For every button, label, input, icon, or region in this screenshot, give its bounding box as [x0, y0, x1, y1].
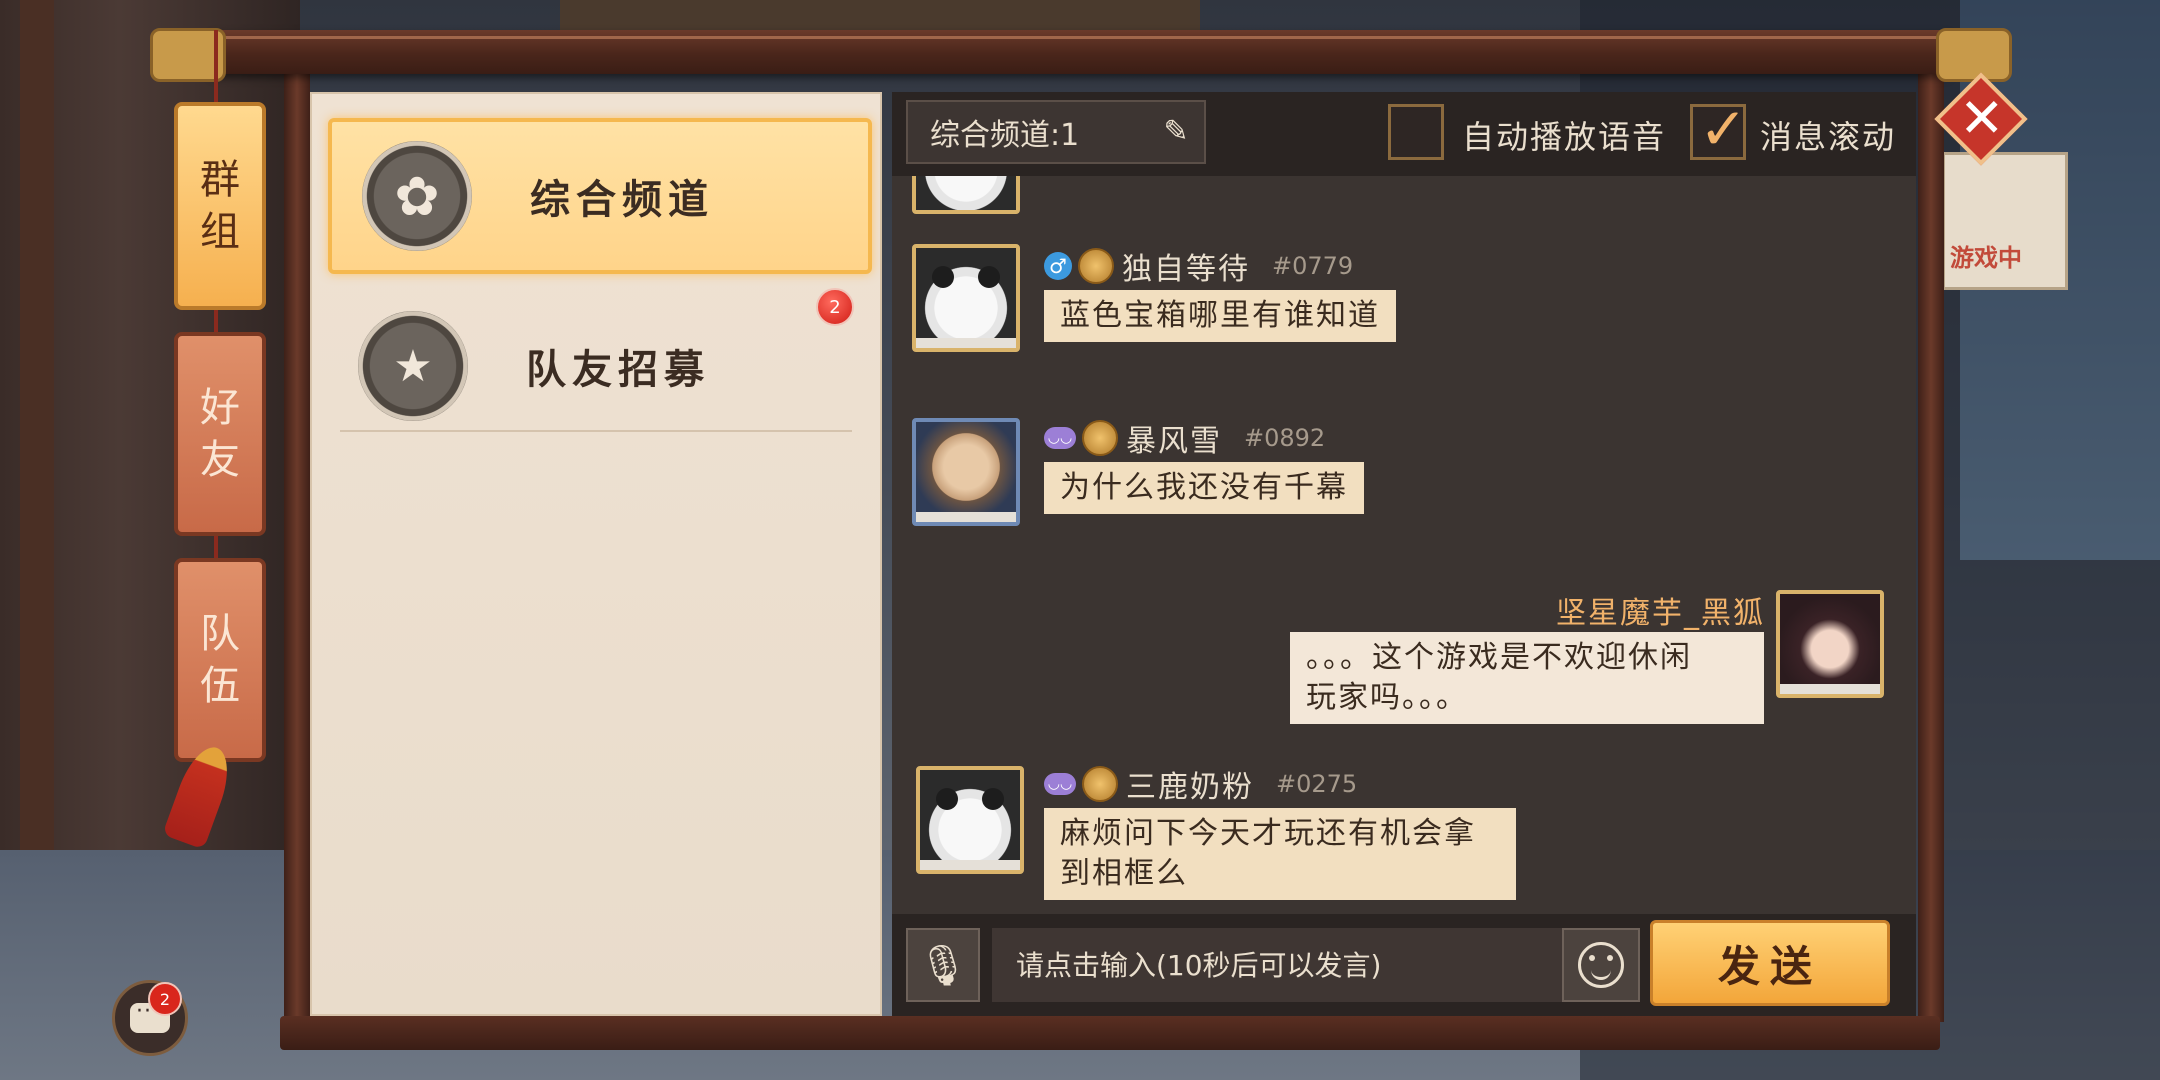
sender-name[interactable]: 独自等待	[1122, 244, 1250, 288]
message-bubble: 蓝色宝箱哪里有谁知道	[1044, 290, 1396, 342]
vip-icon: ◡◡	[1044, 773, 1076, 795]
sender-name[interactable]: 暴风雪	[1126, 416, 1222, 460]
vip-icon: ◡◡	[1044, 427, 1076, 449]
close-icon: ✕	[1959, 86, 2005, 150]
tab-team-label: 队 伍	[200, 611, 240, 709]
emoji-button[interactable]	[1562, 928, 1640, 1002]
channel-item-recruit[interactable]: ★ 队友招募	[328, 292, 864, 440]
notification-badge: 2	[148, 982, 182, 1016]
channel-number-text: 综合频道:1	[930, 118, 1080, 153]
message-list[interactable]: ♂ 独自等待 #0779 蓝色宝箱哪里有谁知道 ◡◡ 暴风雪 #0892 为什么…	[892, 176, 1916, 916]
channel-item-general[interactable]: ✿ 综合频道	[328, 118, 872, 274]
scroll-end-right	[1936, 28, 2012, 82]
channel-list-panel: ✿ 综合频道 ★ 队友招募 2	[310, 92, 882, 1016]
tab-team[interactable]: 队 伍	[174, 558, 266, 762]
scroll-frame-right	[1918, 72, 1944, 1022]
message-line: 麻烦问下今天才玩还有机会拿	[1060, 816, 1476, 851]
avatar[interactable]	[1776, 590, 1884, 698]
emoji-icon	[1578, 942, 1624, 988]
divider	[340, 430, 852, 432]
avatar[interactable]	[912, 244, 1020, 352]
recruit-flag-icon: ★	[358, 311, 468, 421]
sender-id: #0779	[1272, 252, 1354, 280]
message-line: 。。。这个游戏是不欢迎休闲	[1306, 640, 1692, 675]
rank-icon	[1082, 766, 1118, 802]
avatar[interactable]	[916, 766, 1024, 874]
message-header: ◡◡ 暴风雪 #0892	[1044, 420, 1326, 459]
chat-panel: 综合频道:1 ✎ 自动播放语音 ✓ 消息滚动 ♂ 独自等待 #0779 蓝色宝箱…	[892, 92, 1916, 1016]
tab-friends[interactable]: 好 友	[174, 332, 266, 536]
message-header: ♂ 独自等待 #0779	[1044, 248, 1354, 287]
rank-icon	[1078, 248, 1114, 284]
sender-name[interactable]: 坚星魔芋_黑狐	[1556, 588, 1765, 632]
channel-label: 队友招募	[526, 346, 710, 393]
flower-icon: ✿	[362, 141, 472, 251]
scroll-frame-top	[210, 30, 1950, 74]
male-icon: ♂	[1044, 252, 1072, 280]
microphone-icon: 🎙	[917, 942, 969, 989]
avatar[interactable]	[912, 418, 1020, 526]
message-header: ◡◡ 三鹿奶粉 #0275	[1044, 766, 1358, 805]
notification-badge: 2	[816, 288, 854, 326]
background-status-text: 游戏中	[1950, 244, 2022, 272]
auto-voice-label: 自动播放语音	[1462, 118, 1667, 156]
rank-icon	[1082, 420, 1118, 456]
input-bar: 🎙 发送	[892, 914, 1916, 1016]
tab-group[interactable]: 群 组	[174, 102, 266, 310]
channel-number-select[interactable]: 综合频道:1 ✎	[906, 100, 1206, 164]
message-header: 坚星魔芋_黑狐	[1556, 592, 1765, 631]
microphone-button[interactable]: 🎙	[906, 928, 980, 1002]
message-line: 到相框么	[1060, 856, 1188, 891]
chat-header: 综合频道:1 ✎ 自动播放语音 ✓ 消息滚动	[892, 92, 1916, 176]
tab-group-label: 群 组	[200, 157, 240, 255]
sender-id: #0892	[1244, 424, 1326, 452]
message-input[interactable]	[992, 928, 1574, 1002]
pencil-icon[interactable]: ✎	[1158, 114, 1194, 150]
tab-friends-label: 好 友	[200, 385, 240, 483]
background-post	[20, 0, 54, 900]
checkmark-icon: ✓	[1699, 95, 1748, 163]
auto-voice-checkbox[interactable]	[1388, 104, 1444, 160]
scroll-frame-left	[284, 72, 310, 1022]
scroll-frame-bottom	[280, 1016, 1940, 1050]
send-button[interactable]: 发送	[1650, 920, 1890, 1006]
avatar[interactable]	[912, 176, 1020, 214]
sender-name[interactable]: 三鹿奶粉	[1126, 762, 1254, 806]
sender-id: #0275	[1276, 770, 1358, 798]
message-bubble: 麻烦问下今天才玩还有机会拿 到相框么	[1044, 808, 1516, 900]
message-bubble: 。。。这个游戏是不欢迎休闲 玩家吗。。。	[1290, 632, 1764, 724]
channel-label: 综合频道	[530, 176, 714, 223]
message-line: 玩家吗。。。	[1306, 680, 1468, 715]
message-scroll-checkbox[interactable]: ✓	[1690, 95, 1748, 163]
message-scroll-label: 消息滚动	[1760, 118, 1897, 156]
message-bubble: 为什么我还没有千幕	[1044, 462, 1364, 514]
